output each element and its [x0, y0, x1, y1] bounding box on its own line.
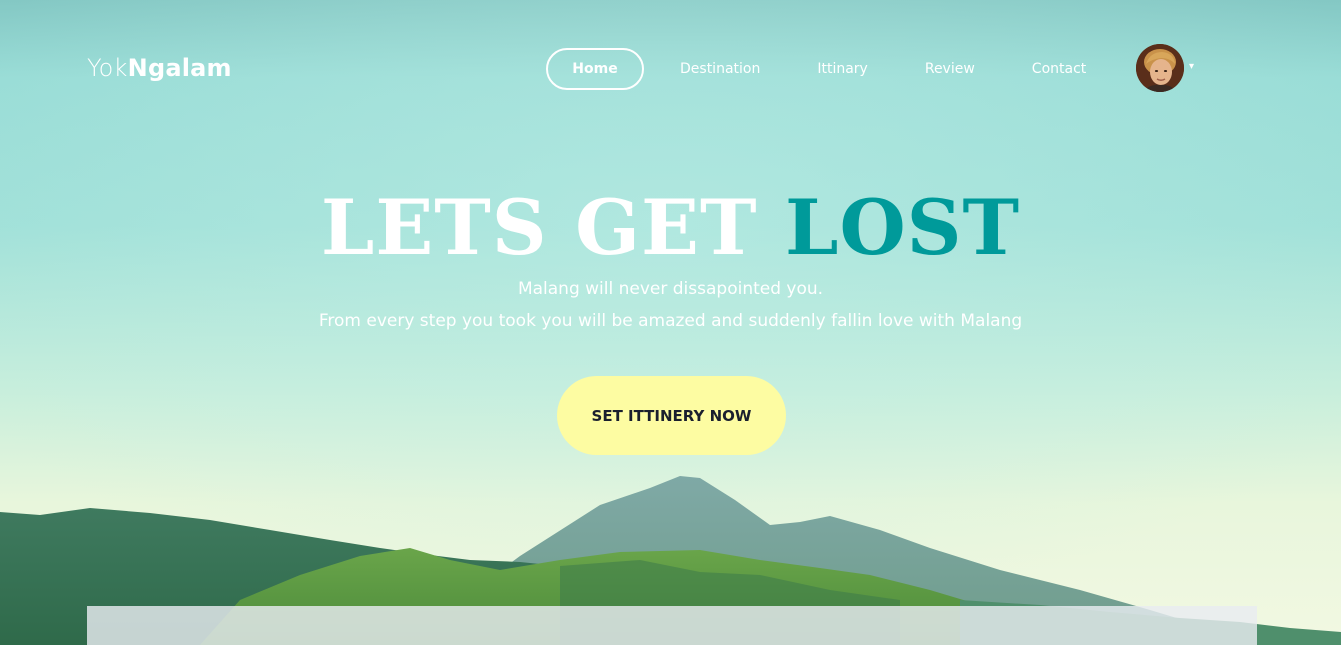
nav-contact-link[interactable]: Contact [1032, 61, 1086, 77]
logo-light-text: Yok [87, 54, 128, 82]
hero-subtitle-1: Malang will never dissapointed you. [517, 279, 824, 299]
set-ittinery-button[interactable]: SET ITTINERY NOW [557, 376, 786, 455]
chevron-down-icon[interactable]: ▾ [1189, 61, 1194, 72]
nav-destination-link[interactable]: Destination [680, 61, 760, 77]
content-panel [87, 606, 1257, 645]
site-logo[interactable]: YokNgalam [87, 54, 232, 82]
headline-accent-text: LOST [785, 183, 1021, 272]
avatar-portrait-icon [1136, 44, 1184, 92]
hero-subtitle-2: From every step you took you will be ama… [318, 311, 1023, 331]
user-avatar[interactable] [1136, 44, 1184, 92]
nav-home-link[interactable]: Home [546, 48, 644, 90]
user-menu[interactable]: ▾ [1136, 44, 1194, 92]
main-nav: Home Destination Ittinary Review Contact [546, 48, 1086, 90]
logo-bold-text: Ngalam [127, 54, 232, 82]
headline-white-text: LETS GET [320, 183, 758, 272]
nav-review-link[interactable]: Review [925, 61, 975, 77]
nav-ittinary-link[interactable]: Ittinary [817, 61, 868, 77]
hero-headline: LETS GET LOST [0, 186, 1341, 270]
hero-section: YokNgalam Home Destination Ittinary Revi… [0, 0, 1341, 645]
